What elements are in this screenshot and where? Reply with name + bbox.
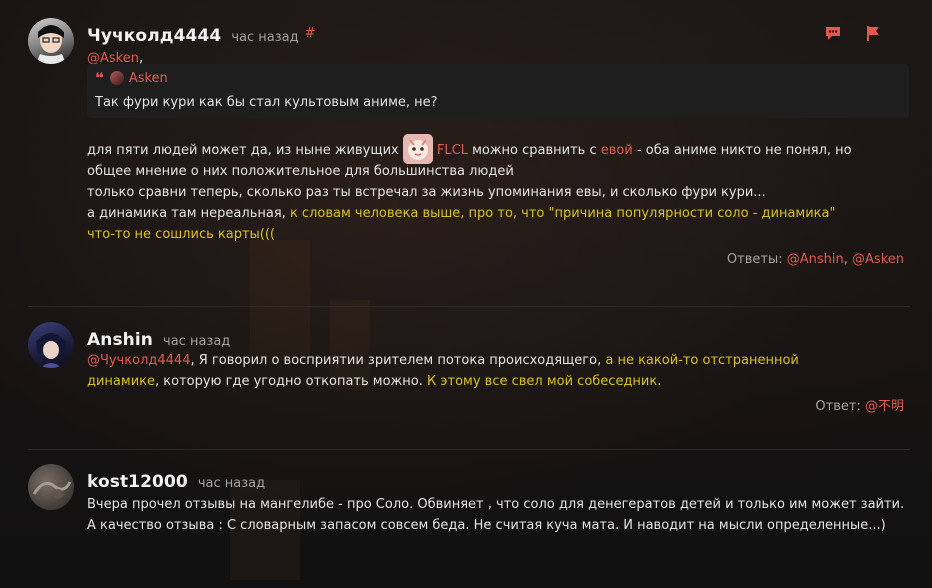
username[interactable]: Чучколд4444 xyxy=(87,26,221,46)
comment-header: Anshin час назад xyxy=(87,330,230,350)
comment-header: Чучколд4444 час назад # xyxy=(87,26,315,46)
avatar-image xyxy=(36,25,66,64)
flcl-link[interactable]: FLCL xyxy=(437,143,468,158)
comment: Чучколд4444 час назад # @Asken, ❝ Asken … xyxy=(28,18,910,288)
highlighted-text: динамике xyxy=(87,374,156,389)
comment: kost12000 час назад Вчера прочел отзывы … xyxy=(28,464,910,574)
flag-icon[interactable] xyxy=(864,24,882,42)
body-line: общее мнение о них положительное для бол… xyxy=(87,164,514,179)
text: , которую где угодно откопать можно. xyxy=(155,374,423,389)
comment-actions xyxy=(824,24,882,42)
avatar[interactable] xyxy=(28,18,74,64)
text: можно сравнить с xyxy=(472,143,597,158)
comment-header: kost12000 час назад xyxy=(87,472,265,492)
body-line: @Чучколд4444, Я говорил о восприятии зри… xyxy=(87,350,917,371)
comment-body: Вчера прочел отзывы на мангелибе - про С… xyxy=(87,497,905,533)
quote-author-avatar xyxy=(109,71,124,85)
highlighted-text: что-то не сошлись карты((( xyxy=(87,227,276,242)
highlighted-text: к словам человека выше, про то, что "при… xyxy=(289,206,836,221)
avatar[interactable] xyxy=(28,322,74,368)
eva-link[interactable]: евой xyxy=(601,143,633,158)
reply-link[interactable]: @不明 xyxy=(865,399,904,414)
comment-body: для пяти людей может да, из ныне живущих… xyxy=(87,134,917,245)
text: , Я говорил о восприятии зрителем потока… xyxy=(190,353,602,368)
comment-body: @Чучколд4444, Я говорил о восприятии зри… xyxy=(87,350,917,392)
comment: Anshin час назад @Чучколд4444, Я говорил… xyxy=(28,322,910,432)
replies-line: Ответы: @Anshin, @Asken xyxy=(727,252,904,267)
avatar[interactable] xyxy=(28,464,74,510)
quote-icon: ❝ xyxy=(95,69,104,87)
text: для пяти людей может да, из ныне живущих xyxy=(87,143,399,158)
body-line: только сравни теперь, сколько раз ты вст… xyxy=(87,185,766,200)
highlighted-text: К этому все свел мой собеседник. xyxy=(427,374,662,389)
username[interactable]: kost12000 xyxy=(87,472,188,492)
replies-line: Ответ: @不明 xyxy=(815,395,904,414)
reply-link[interactable]: @Anshin xyxy=(787,252,844,267)
quote-header: ❝ Asken xyxy=(95,69,168,87)
text: - оба аниме никто не понял, но xyxy=(636,143,852,158)
quote-author[interactable]: Asken xyxy=(129,71,168,86)
replies-label: Ответы: xyxy=(726,252,783,267)
highlighted-text: а не какой-то отстраненной xyxy=(605,353,799,368)
username[interactable]: Anshin xyxy=(87,330,153,350)
body-line: динамике, которую где угодно откопать мо… xyxy=(87,371,917,392)
body-line: для пяти людей может да, из ныне живущих… xyxy=(87,134,917,164)
text: а динамика там нереальная, xyxy=(87,206,286,221)
separator: , xyxy=(843,252,848,267)
emoji-sticker xyxy=(402,134,433,164)
quote-block: ❝ Asken Так фури кури как бы стал культо… xyxy=(87,64,909,118)
avatar-image xyxy=(32,481,72,499)
timestamp: час назад xyxy=(197,476,266,491)
comment-divider xyxy=(28,306,910,307)
replies-label: Ответ: xyxy=(815,399,861,414)
quote-text: Так фури кури как бы стал культовым аним… xyxy=(95,95,438,110)
body-line: а динамика там нереальная, к словам чело… xyxy=(87,203,917,224)
permalink-hash[interactable]: # xyxy=(305,26,316,41)
timestamp: час назад xyxy=(231,30,299,45)
mention-link[interactable]: @Чучколд4444 xyxy=(87,353,190,368)
reply-icon[interactable] xyxy=(824,24,842,42)
comment-divider xyxy=(28,449,910,450)
timestamp: час назад xyxy=(163,334,231,349)
avatar-image xyxy=(36,333,66,368)
reply-link[interactable]: @Asken xyxy=(852,252,904,267)
